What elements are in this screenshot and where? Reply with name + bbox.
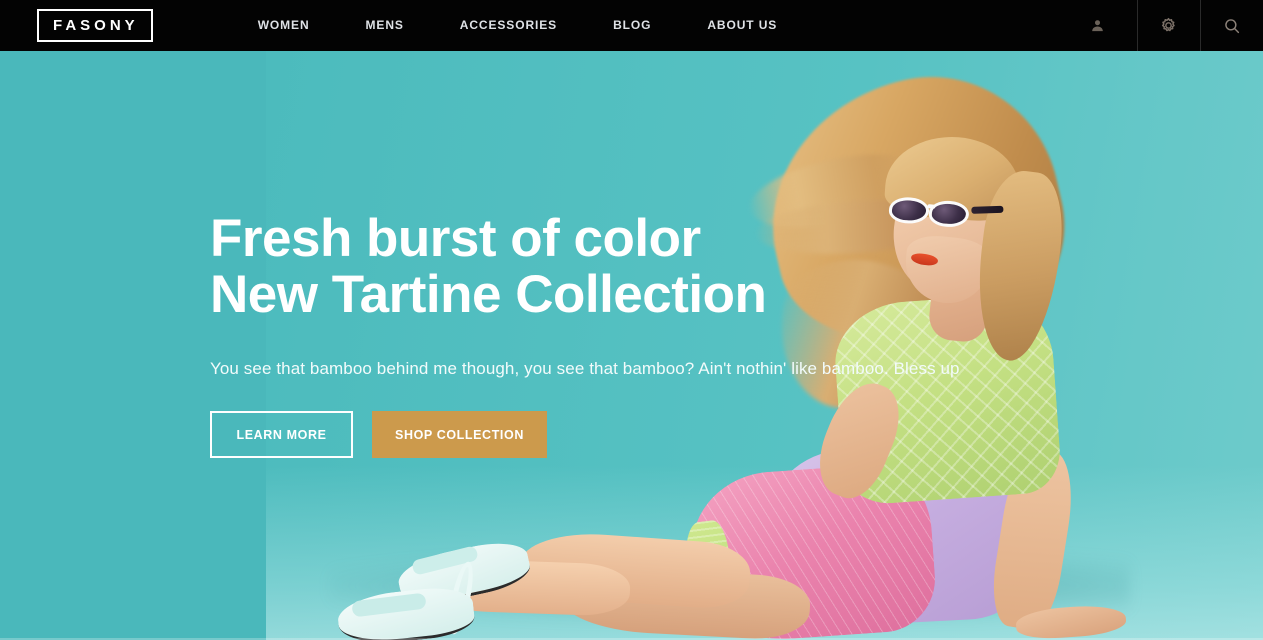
user-account-icon [1091, 20, 1103, 32]
nav-item-accessories[interactable]: ACCESSORIES [432, 0, 585, 51]
main-navigation: WOMEN MENS ACCESSORIES BLOG ABOUT US [230, 0, 806, 51]
hero-title-line-2: New Tartine Collection [210, 265, 767, 324]
logo-box[interactable]: FASONY [37, 9, 153, 42]
shop-collection-button[interactable]: SHOP COLLECTION [372, 411, 547, 458]
learn-more-button[interactable]: LEARN MORE [210, 411, 353, 458]
hero-title-line-1: Fresh burst of color [210, 209, 701, 268]
nav-item-mens[interactable]: MENS [338, 0, 432, 51]
page-root: FASONY WOMEN MENS ACCESSORIES BLOG ABOUT… [0, 0, 1263, 640]
nav-item-blog[interactable]: BLOG [585, 0, 679, 51]
hero-title: Fresh burst of color New Tartine Collect… [210, 211, 1010, 323]
hero-subtitle: You see that bamboo behind me though, yo… [210, 359, 960, 378]
search-button[interactable] [1200, 0, 1263, 51]
header-spacer [805, 0, 1057, 51]
brand-logo-text: FASONY [53, 16, 139, 34]
search-icon [1224, 18, 1239, 33]
account-button[interactable] [1057, 0, 1137, 51]
sunglasses-bridge [927, 204, 936, 209]
hero-content: Fresh burst of color New Tartine Collect… [210, 211, 1010, 458]
site-header: FASONY WOMEN MENS ACCESSORIES BLOG ABOUT… [0, 0, 1263, 51]
gear-icon [1161, 17, 1175, 32]
nav-item-about-us[interactable]: ABOUT US [679, 0, 805, 51]
hero-button-group: LEARN MORE SHOP COLLECTION [210, 411, 1010, 458]
logo-area[interactable]: FASONY [0, 0, 153, 51]
nav-item-women[interactable]: WOMEN [230, 0, 338, 51]
settings-button[interactable] [1137, 0, 1200, 51]
hero-banner: Fresh burst of color New Tartine Collect… [0, 51, 1263, 640]
header-actions [1057, 0, 1263, 51]
